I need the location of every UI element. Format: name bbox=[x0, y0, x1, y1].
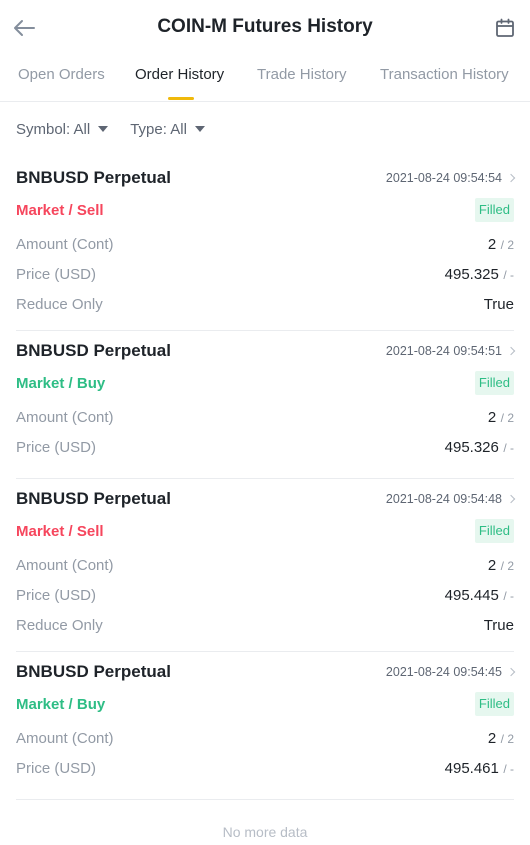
price-value: 495.461 bbox=[444, 760, 499, 777]
symbol-filter-label: Symbol: All bbox=[16, 120, 91, 138]
price-value: 495.445 bbox=[444, 587, 499, 604]
type-filter-label: Type: All bbox=[130, 120, 187, 138]
tab-open-orders[interactable]: Open Orders bbox=[18, 66, 105, 83]
amount-row: Amount (Cont) 2 / 2 bbox=[16, 236, 514, 254]
amount-total: / 2 bbox=[500, 238, 514, 252]
price-row: Price (USD) 495.326 / - bbox=[16, 439, 514, 457]
amount-row: Amount (Cont) 2 / 2 bbox=[16, 409, 514, 427]
order-item[interactable]: BNBUSD Perpetual 2021-08-24 09:54:45 Mar… bbox=[16, 652, 516, 800]
price-label: Price (USD) bbox=[16, 760, 97, 777]
price-sub: / - bbox=[503, 762, 514, 776]
calendar-icon bbox=[496, 18, 514, 37]
filter-bar: Symbol: All Type: All bbox=[16, 117, 227, 141]
order-time-link[interactable]: 2021-08-24 09:54:51 bbox=[385, 344, 516, 358]
amount-value: 2 bbox=[487, 730, 497, 747]
order-time-link[interactable]: 2021-08-24 09:54:45 bbox=[385, 665, 516, 679]
chevron-right-icon bbox=[506, 494, 516, 504]
price-row: Price (USD) 495.325 / - bbox=[16, 266, 514, 284]
price-sub: / - bbox=[503, 268, 514, 282]
price-label: Price (USD) bbox=[16, 587, 97, 604]
order-symbol: BNBUSD Perpetual bbox=[16, 341, 171, 360]
amount-row: Amount (Cont) 2 / 2 bbox=[16, 557, 514, 575]
caret-down-icon bbox=[98, 126, 109, 132]
reduce-only-label: Reduce Only bbox=[16, 617, 103, 634]
arrow-left-icon bbox=[14, 20, 35, 36]
reduce-only-value: True bbox=[483, 617, 514, 634]
amount-value: 2 bbox=[487, 557, 497, 574]
amount-total: / 2 bbox=[500, 559, 514, 573]
order-time-link[interactable]: 2021-08-24 09:54:48 bbox=[385, 492, 516, 506]
price-label: Price (USD) bbox=[16, 266, 97, 283]
price-row: Price (USD) 495.461 / - bbox=[16, 760, 514, 778]
order-item[interactable]: BNBUSD Perpetual 2021-08-24 09:54:54 Mar… bbox=[16, 158, 516, 331]
status-badge: Filled bbox=[474, 519, 514, 543]
order-side: Market / Buy bbox=[16, 696, 106, 713]
history-tabs: Open Orders Order History Trade History … bbox=[0, 58, 530, 102]
order-time: 2021-08-24 09:54:45 bbox=[385, 665, 502, 679]
amount-row: Amount (Cont) 2 / 2 bbox=[16, 730, 514, 748]
price-value: 495.325 bbox=[444, 266, 499, 283]
amount-value: 2 bbox=[487, 236, 497, 253]
order-item[interactable]: BNBUSD Perpetual 2021-08-24 09:54:48 Mar… bbox=[16, 479, 516, 652]
reduce-only-value: True bbox=[483, 296, 514, 313]
order-time: 2021-08-24 09:54:54 bbox=[385, 171, 502, 185]
amount-value: 2 bbox=[487, 409, 497, 426]
order-symbol: BNBUSD Perpetual bbox=[16, 168, 171, 187]
order-symbol: BNBUSD Perpetual bbox=[16, 489, 171, 508]
reduce-only-label: Reduce Only bbox=[16, 296, 103, 313]
reduce-only-row: Reduce Only True bbox=[16, 617, 514, 634]
order-side: Market / Buy bbox=[16, 375, 106, 392]
price-value: 495.326 bbox=[444, 439, 499, 456]
caret-down-icon bbox=[194, 126, 205, 132]
order-time: 2021-08-24 09:54:51 bbox=[385, 344, 502, 358]
chevron-right-icon bbox=[506, 173, 516, 183]
price-sub: / - bbox=[503, 441, 514, 455]
amount-label: Amount (Cont) bbox=[16, 409, 114, 426]
symbol-filter[interactable]: Symbol: All bbox=[16, 120, 109, 138]
status-badge: Filled bbox=[474, 371, 514, 395]
price-label: Price (USD) bbox=[16, 439, 97, 456]
back-button[interactable] bbox=[8, 12, 40, 44]
tab-order-history[interactable]: Order History bbox=[135, 66, 224, 83]
order-symbol: BNBUSD Perpetual bbox=[16, 662, 171, 681]
order-side: Market / Sell bbox=[16, 202, 104, 219]
amount-label: Amount (Cont) bbox=[16, 730, 114, 747]
chevron-right-icon bbox=[506, 667, 516, 677]
order-item[interactable]: BNBUSD Perpetual 2021-08-24 09:54:51 Mar… bbox=[16, 331, 516, 479]
no-more-data: No more data bbox=[222, 824, 308, 840]
status-badge: Filled bbox=[474, 198, 514, 222]
page-title: COIN-M Futures History bbox=[157, 16, 373, 37]
amount-label: Amount (Cont) bbox=[16, 557, 114, 574]
order-time-link[interactable]: 2021-08-24 09:54:54 bbox=[385, 171, 516, 185]
order-time: 2021-08-24 09:54:48 bbox=[385, 492, 502, 506]
chevron-right-icon bbox=[506, 346, 516, 356]
order-list: BNBUSD Perpetual 2021-08-24 09:54:54 Mar… bbox=[0, 158, 530, 800]
amount-label: Amount (Cont) bbox=[16, 236, 114, 253]
price-row: Price (USD) 495.445 / - bbox=[16, 587, 514, 605]
reduce-only-row: Reduce Only True bbox=[16, 296, 514, 313]
app-header: COIN-M Futures History bbox=[0, 0, 530, 56]
amount-total: / 2 bbox=[500, 411, 514, 425]
tab-transaction-history[interactable]: Transaction History bbox=[380, 66, 509, 83]
amount-total: / 2 bbox=[500, 732, 514, 746]
type-filter[interactable]: Type: All bbox=[130, 121, 205, 138]
price-sub: / - bbox=[503, 589, 514, 603]
calendar-button[interactable] bbox=[490, 13, 520, 43]
tab-trade-history[interactable]: Trade History bbox=[257, 66, 346, 83]
order-side: Market / Sell bbox=[16, 523, 104, 540]
status-badge: Filled bbox=[474, 692, 514, 716]
active-tab-indicator bbox=[168, 97, 194, 100]
